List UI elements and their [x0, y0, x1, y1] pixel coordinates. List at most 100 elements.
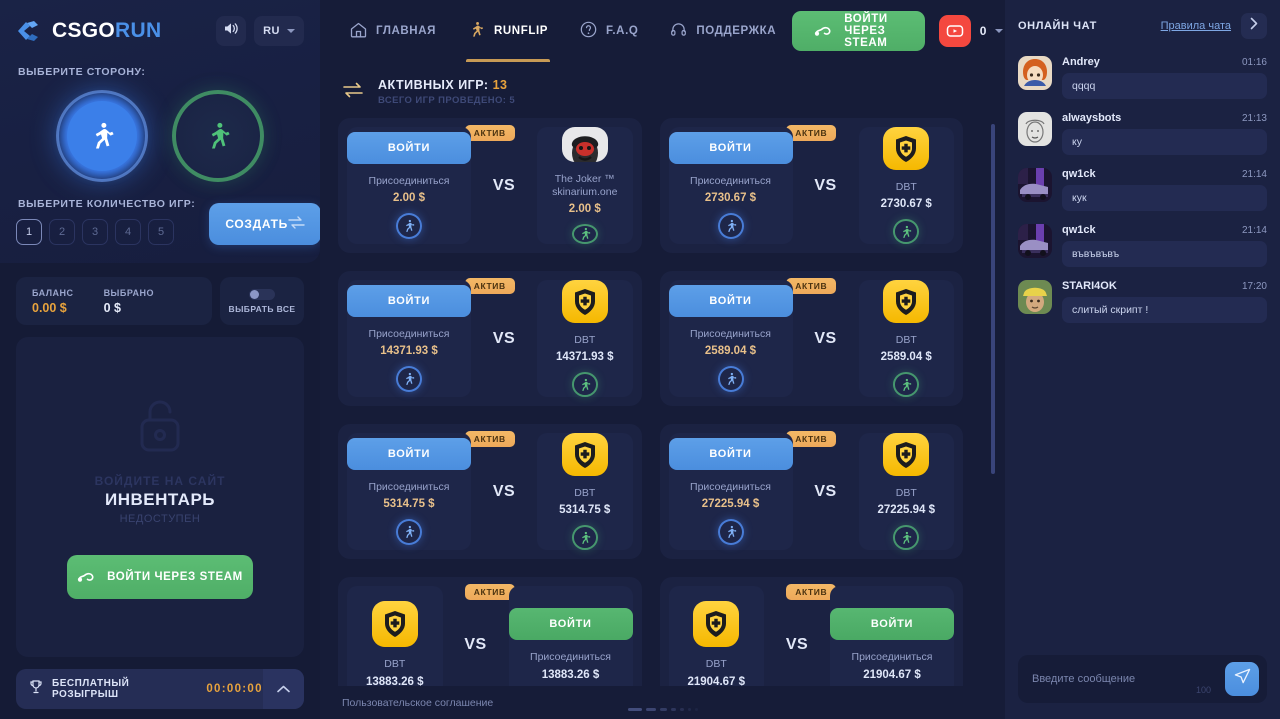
games-scrollbar[interactable] [991, 124, 995, 474]
question-icon [580, 21, 597, 41]
dbt-avatar [371, 601, 418, 648]
side-option-blue[interactable] [56, 90, 148, 182]
join-button[interactable]: ВОЙТИ [347, 131, 471, 164]
youtube-streams-dropdown[interactable]: 0 [938, 15, 1004, 47]
count-button-2[interactable]: 2 [49, 219, 75, 245]
create-game-label: СОЗДАТЬ [225, 217, 289, 231]
chat-timestamp: 17:20 [1241, 281, 1267, 292]
game-card[interactable]: АКТИВ ВОЙТИ Присоединиться 2.00 $ VS The… [338, 118, 642, 253]
language-selector[interactable]: RU [254, 16, 304, 46]
game-side-left[interactable]: ВОЙТИ Присоединиться 27225.94 $ [668, 433, 793, 550]
game-card[interactable]: АКТИВ ВОЙТИ Присоединиться 5314.75 $ VS [338, 424, 642, 559]
count-button-4[interactable]: 4 [115, 219, 141, 245]
count-button-1[interactable]: 1 [16, 219, 42, 245]
free-raffle-bar[interactable]: БЕСПЛАТНЫЙ РОЗЫГРЫШ 00:00:00 [16, 669, 304, 709]
game-side-right[interactable]: DBT 27225.94 $ [858, 433, 954, 550]
nav-item-home[interactable]: ГЛАВНАЯ [334, 0, 452, 62]
join-button[interactable]: ВОЙТИ [668, 131, 793, 164]
game-card[interactable]: АКТИВ ВОЙТИ Присоединиться 2589.04 $ VS [659, 271, 963, 406]
player-name: DBT [705, 658, 727, 671]
player-name: Присоединиться [368, 480, 450, 493]
game-side-right[interactable]: DBT 14371.93 $ [537, 280, 633, 397]
games-header-text: АКТИВНЫХ ИГР: 13 ВСЕГО ИГР ПРОВЕДЕНО: 5 [378, 78, 515, 106]
header-steam-login-button[interactable]: ВОЙТИ ЧЕРЕЗ STEAM [792, 11, 925, 51]
trophy-icon [30, 679, 42, 699]
games-header: АКТИВНЫХ ИГР: 13 ВСЕГО ИГР ПРОВЕДЕНО: 5 [338, 62, 987, 118]
join-button[interactable]: ВОЙТИ [347, 437, 471, 470]
player-name: Присоединиться [690, 327, 771, 340]
chat-input-box[interactable]: 100 [1018, 655, 1267, 703]
chat-send-button[interactable] [1225, 662, 1259, 696]
join-button[interactable]: ВОЙТИ [668, 284, 793, 317]
game-side-right[interactable]: The Joker ™ skinarium.one 2.00 $ [537, 127, 633, 244]
status-badge: АКТИВ [464, 278, 515, 294]
left-sidebar: CSGORUN RU ВЫБЕРИТЕ СТОРОНУ: ВЫБЕРИТЕ КО… [0, 0, 322, 719]
game-card[interactable]: АКТИВ ВОЙТИ Присоединиться 14371.93 $ VS [338, 271, 642, 406]
sidebar-steam-login-label: ВОЙТИ ЧЕРЕЗ STEAM [107, 571, 243, 583]
runner-green-icon [572, 372, 598, 397]
chat-panel: ОНЛАЙН ЧАТ Правила чата Andrey 01:16 qqq… [1005, 0, 1280, 719]
chat-rules-link[interactable]: Правила чата [1161, 20, 1231, 32]
sidebar-steam-login-button[interactable]: ВОЙТИ ЧЕРЕЗ STEAM [67, 555, 253, 599]
game-side-left[interactable]: DBT 21904.67 $ [668, 586, 764, 687]
game-side-left[interactable]: ВОЙТИ Присоединиться 5314.75 $ [347, 433, 471, 550]
join-button[interactable]: ВОЙТИ [508, 608, 633, 641]
game-side-right[interactable]: DBT 2589.04 $ [858, 280, 954, 397]
game-side-left[interactable]: ВОЙТИ Присоединиться 2589.04 $ [668, 280, 793, 397]
raffle-collapse-button[interactable] [262, 669, 304, 709]
chat-username: Andrey [1062, 56, 1100, 68]
lock-icon [133, 395, 187, 460]
count-button-3[interactable]: 3 [82, 219, 108, 245]
count-button-5[interactable]: 5 [148, 219, 174, 245]
games-grid: АКТИВ ВОЙТИ Присоединиться 2.00 $ VS The… [338, 118, 987, 687]
game-card[interactable]: АКТИВ ВОЙТИ Присоединиться 2730.67 $ VS [659, 118, 963, 253]
player-amount: 2589.04 $ [880, 351, 932, 364]
join-button[interactable]: ВОЙТИ [830, 608, 954, 641]
runner-green-icon [893, 525, 919, 550]
join-button[interactable]: ВОЙТИ [668, 437, 793, 470]
player-amount: 27225.94 $ [877, 504, 936, 517]
game-side-left[interactable]: ВОЙТИ Присоединиться 2730.67 $ [668, 127, 793, 244]
dbt-avatar [561, 433, 608, 477]
nav-item-support[interactable]: ПОДДЕРЖКА [654, 0, 792, 62]
game-side-right[interactable]: DBT 2730.67 $ [858, 127, 954, 244]
nav-item-runflip-label: RUNFLIP [494, 25, 549, 37]
anime-girl-avatar [1018, 56, 1052, 90]
user-agreement-link[interactable]: Пользовательское соглашение [342, 697, 493, 709]
selected-value: 0 $ [103, 300, 121, 315]
game-side-left[interactable]: ВОЙТИ Присоединиться 2.00 $ [347, 127, 471, 244]
nav-item-runflip[interactable]: RUNFLIP [452, 0, 564, 62]
game-card[interactable]: АКТИВ DBT 21904.67 $ VS ВОЙТИ Присоедини… [659, 577, 963, 687]
game-side-left[interactable]: ВОЙТИ Присоединиться 14371.93 $ [347, 280, 471, 397]
chat-collapse-button[interactable] [1241, 13, 1267, 39]
chat-message-body: qw1ck 21:14 кук [1062, 168, 1267, 211]
chat-message: qw1ck 21:14 кук [1018, 168, 1267, 211]
game-side-right[interactable]: ВОЙТИ Присоединиться 13883.26 $ [508, 586, 633, 687]
select-all-toggle[interactable]: ВЫБРАТЬ ВСЕ [220, 277, 304, 325]
join-button[interactable]: ВОЙТИ [347, 284, 471, 317]
chat-title: ОНЛАЙН ЧАТ [1018, 20, 1097, 32]
chat-message-body: alwaysbots 21:13 ку [1062, 112, 1267, 155]
dbt-avatar [883, 127, 930, 171]
game-side-left[interactable]: DBT 13883.26 $ [347, 586, 443, 687]
chat-username: alwaysbots [1062, 112, 1122, 124]
create-game-button[interactable]: СОЗДАТЬ [209, 203, 322, 245]
inventory-login-hint: ВОЙДИТЕ НА САЙТ [94, 474, 226, 488]
game-side-right[interactable]: DBT 5314.75 $ [537, 433, 633, 550]
sound-button[interactable] [216, 16, 247, 46]
chat-message-input[interactable] [1032, 673, 1225, 685]
game-card[interactable]: АКТИВ ВОЙТИ Присоединиться 27225.94 $ VS [659, 424, 963, 559]
game-card[interactable]: АКТИВ DBT 13883.26 $ VS ВОЙТИ Присоедини… [338, 577, 642, 687]
player-amount: 13883.26 $ [365, 675, 424, 687]
side-option-green[interactable] [172, 90, 264, 182]
chat-message-body: qw1ck 21:14 въвъвъвъ [1062, 224, 1267, 267]
active-games-label: АКТИВНЫХ ИГР: [378, 78, 489, 92]
balance-bar: БАЛАНС 0.00 $ ВЫБРАНО 0 $ ВЫБРАТЬ ВСЕ [0, 263, 320, 325]
chevron-up-icon [277, 680, 290, 698]
chat-message-text: qqqq [1062, 73, 1267, 99]
nav-item-faq[interactable]: F.A.Q [564, 0, 654, 62]
game-side-right[interactable]: ВОЙТИ Присоединиться 21904.67 $ [830, 586, 954, 687]
chat-timestamp: 21:14 [1241, 225, 1267, 236]
player-amount: 14371.93 $ [555, 351, 614, 364]
chat-messages[interactable]: Andrey 01:16 qqqq alwaysbots 21:13 ку qw… [1005, 52, 1280, 645]
